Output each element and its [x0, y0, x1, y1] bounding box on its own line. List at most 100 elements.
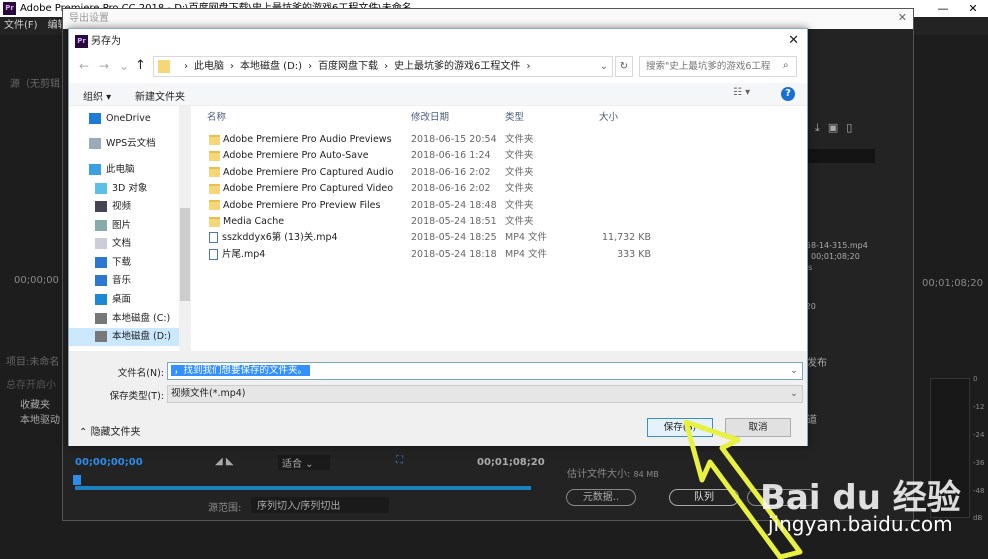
export-close-icon[interactable]: ✕ [898, 11, 907, 24]
file-size: 11,732 KB [601, 232, 651, 244]
file-name: Adobe Premiere Pro Audio Previews [223, 134, 392, 145]
sidebar-item[interactable]: OneDrive [89, 110, 151, 128]
estimated-size-label: 估计文件大小: [567, 469, 631, 480]
file-size: 333 KB [617, 248, 651, 260]
summary-time: 00;01;08;20 [811, 252, 860, 261]
playhead[interactable] [73, 475, 81, 485]
preset-field[interactable] [805, 149, 875, 163]
folder-icon [209, 216, 220, 227]
filename-input[interactable]: ，找到我们想要保存的文件夹。 ⌄ [167, 362, 803, 380]
sidebar-item[interactable]: 图片 [95, 217, 131, 235]
file-name: Adobe Premiere Pro Captured Video [223, 183, 394, 195]
timecode-start[interactable]: 00;00;00;00 [75, 457, 143, 468]
file-row[interactable]: 片尾.mp4 2018-05-24 18:18 MP4 文件 333 KB [209, 247, 809, 263]
folder-icon [209, 150, 220, 161]
file-row[interactable]: sszkddyx6第 (13)关.mp4 2018-05-24 18:25 MP… [209, 230, 809, 246]
aspect-icon[interactable]: ⛶ [396, 455, 403, 466]
meter-tick: -24 [973, 431, 985, 439]
metadata-button[interactable]: 元数据.. [566, 489, 636, 506]
sidebar-scrollbar[interactable] [179, 106, 191, 351]
filename-label: 文件名(N): [117, 368, 164, 379]
file-row[interactable]: Adobe Premiere Pro Captured Audio 2018-0… [209, 165, 809, 181]
organize-button[interactable]: 组织 ▾ [83, 88, 111, 103]
sidebar-item-label: WPS云文档 [106, 138, 156, 149]
file-row[interactable]: Adobe Premiere Pro Captured Video 2018-0… [209, 181, 809, 197]
file-name: 片尾.mp4 [222, 248, 266, 260]
dialog-close-icon[interactable]: ✕ [788, 33, 799, 48]
filename-value: ，找到我们想要保存的文件夹。 [171, 365, 311, 376]
drive-icon [95, 313, 107, 324]
hide-folders-toggle[interactable]: ⌃ 隐藏文件夹 [79, 423, 141, 438]
address-bar[interactable]: › 此电脑 › 本地磁盘 (D:) › 百度网盘下载 › 史上最坑爹的游戏6工程文件 › ⌄ [153, 56, 613, 77]
file-row[interactable]: Media Cache 2018-05-24 18:51 文件夹 [209, 214, 809, 230]
sidebar-item[interactable]: 本地磁盘 (D:) [69, 328, 179, 346]
file-date: 2018-06-15 20:54 [411, 134, 497, 145]
meter-tick: 0 [973, 375, 978, 383]
sidebar-item[interactable]: 音乐 [95, 272, 131, 290]
fit-dropdown[interactable]: 适合 ⌄ [278, 455, 330, 470]
sidebar-item[interactable]: WPS云文档 [89, 135, 156, 153]
cloud-icon [89, 113, 101, 124]
picture-icon [95, 220, 107, 231]
column-date[interactable]: 修改日期 [411, 109, 449, 123]
file-row[interactable]: Adobe Premiere Pro Auto-Save 2018-06-16 … [209, 148, 809, 164]
close-app-icon[interactable]: ✕ [958, 0, 988, 17]
sidebar-item-label: 3D 对象 [112, 183, 148, 194]
new-folder-button[interactable]: 新建文件夹 [135, 88, 185, 103]
sidebar-item[interactable]: 本地磁盘 (C:) [95, 310, 170, 328]
file-type: MP4 文件 [505, 248, 547, 260]
sidebar-item[interactable]: 下载 [95, 254, 131, 272]
file-name: Adobe Premiere Pro Preview Files [223, 199, 381, 211]
column-type[interactable]: 类型 [505, 109, 524, 123]
favorites-label: 收藏夹 [20, 400, 50, 411]
source-panel-label: 源（无剪辑 [10, 79, 60, 90]
minimize-icon[interactable]: — [928, 0, 958, 17]
folder-icon [209, 200, 220, 211]
search-input[interactable]: 搜索"史上最坑爹的游戏6工程 [639, 56, 797, 77]
folder-icon [209, 134, 220, 145]
sidebar-item[interactable]: 视频 [95, 198, 131, 216]
file-list: 名称 修改日期 类型 大小 Adobe Premiere Pro Audio P… [191, 106, 807, 351]
menu-file[interactable]: 文件(F) [4, 20, 38, 31]
local-drives-label: 本地驱动 [20, 415, 60, 426]
folder-icon [209, 167, 220, 178]
sidebar-item[interactable]: 文档 [95, 235, 131, 253]
dialog-title: 另存为 [91, 36, 121, 47]
premiere-logo-icon: Pr [3, 2, 16, 15]
file-row[interactable]: Adobe Premiere Pro Preview Files 2018-05… [209, 198, 809, 214]
mark-in-out-icons[interactable]: ◢ ◣ [215, 456, 234, 467]
crumb[interactable]: 本地磁盘 (D:) [240, 61, 302, 72]
file-name: sszkddyx6第 (13)关.mp4 [222, 232, 338, 244]
publish-tab[interactable]: 发布 [807, 354, 827, 369]
crumb[interactable]: 百度网盘下载 [318, 61, 378, 72]
music-icon [95, 275, 107, 286]
address-dropdown-icon[interactable]: ⌄ [600, 57, 608, 76]
sidebar-item[interactable]: 桌面 [95, 291, 131, 309]
meter-tick: -36 [973, 459, 985, 467]
column-size[interactable]: 大小 [599, 109, 618, 123]
watermark-url: jingyan.baidu.com [768, 512, 953, 536]
view-options-icon[interactable]: ☷ ▾ [733, 87, 750, 98]
column-name[interactable]: 名称 [207, 109, 226, 123]
up-icon[interactable]: ↑ [135, 58, 146, 73]
crumb[interactable]: 史上最坑爹的游戏6工程文件 [394, 61, 520, 72]
source-range-dropdown[interactable]: 序列切入/序列切出 [251, 497, 389, 513]
sidebar-item[interactable]: 此电脑 [89, 161, 135, 179]
sidebar-item[interactable]: 3D 对象 [95, 180, 147, 198]
file-row[interactable]: Adobe Premiere Pro Audio Previews 2018-0… [209, 132, 809, 148]
document-icon [95, 238, 107, 249]
timecode-end: 00;01;08;20 [477, 457, 545, 468]
timeline-bar[interactable] [75, 486, 531, 490]
sidebar-item-label: 图片 [112, 220, 132, 231]
sidebar-item-label: 本地磁盘 (D:) [112, 331, 171, 342]
help-icon[interactable]: ? [781, 87, 795, 101]
file-type: 文件夹 [505, 216, 534, 227]
drive-icon [95, 331, 107, 342]
project-panel-label: 项目:未命名 [6, 357, 60, 368]
filetype-select[interactable]: 视频文件(*.mp4) ⌄ [167, 385, 803, 403]
preset-icons[interactable]: ⤓▣▯ [815, 121, 860, 135]
refresh-icon[interactable]: ↻ [615, 56, 633, 77]
crumb[interactable]: 此电脑 [194, 61, 224, 72]
search-icon[interactable]: ⌕ [783, 60, 789, 71]
nav-back-forward-icons[interactable]: ←→⌄ [79, 59, 139, 73]
